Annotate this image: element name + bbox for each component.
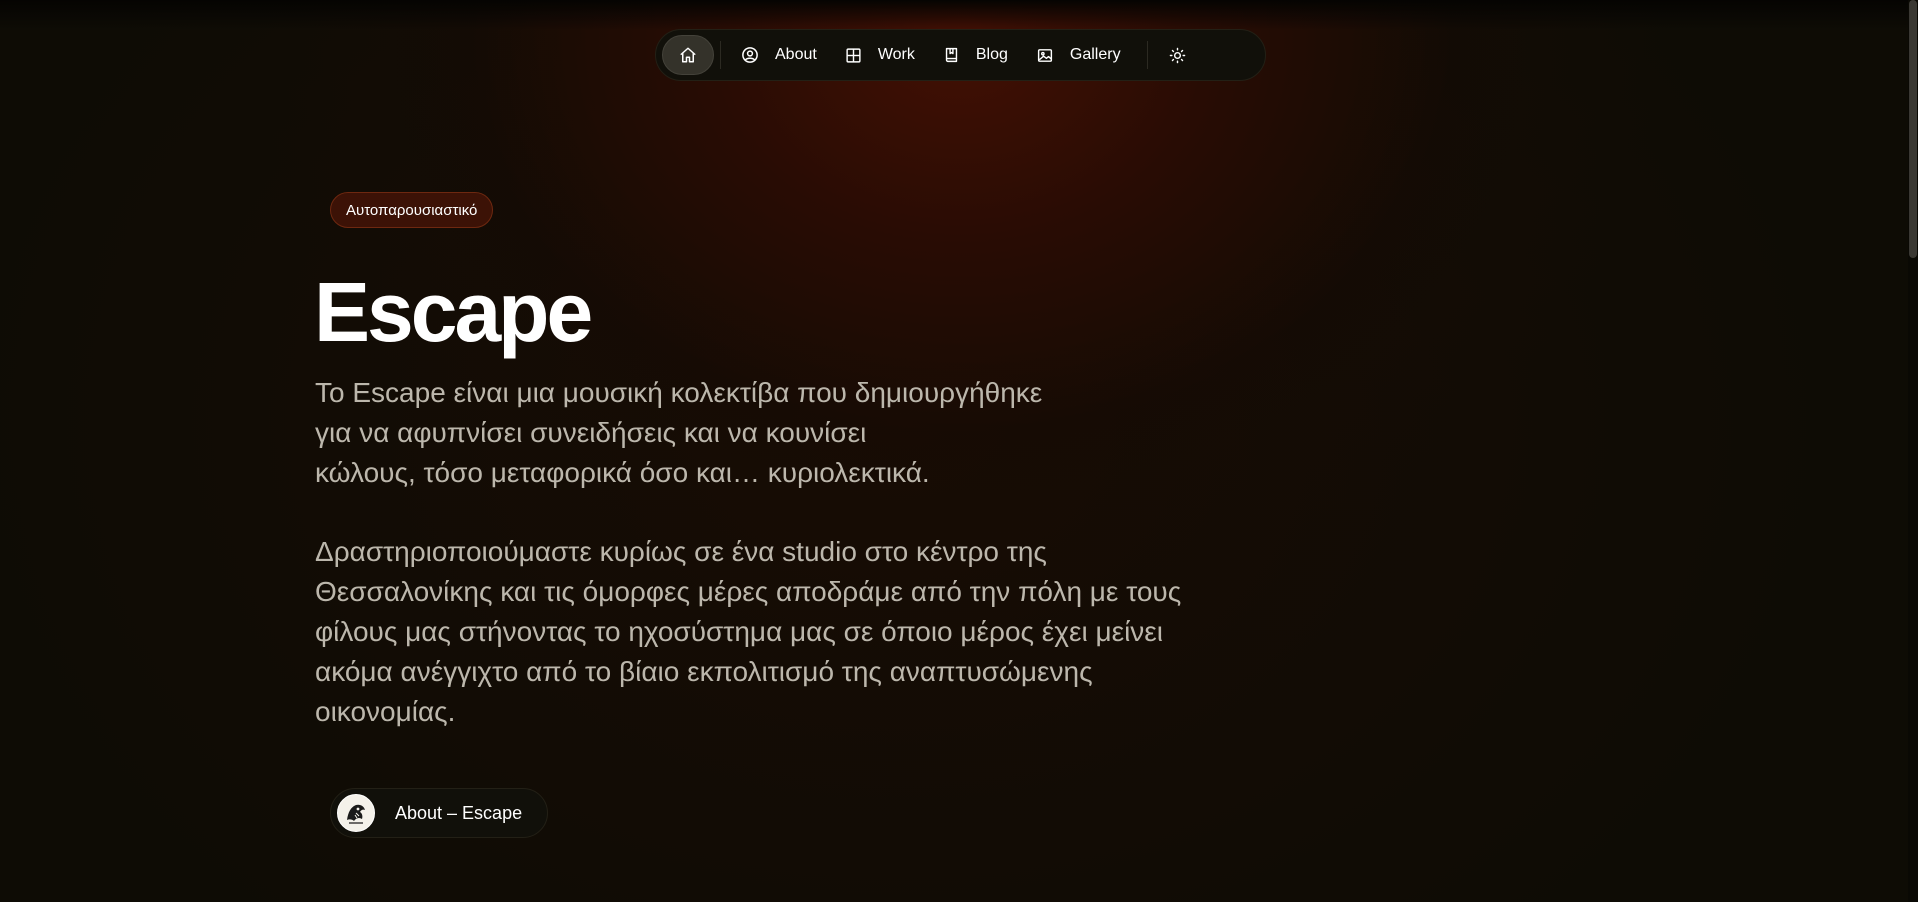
page-title: Escape xyxy=(314,265,593,359)
nav-item-work[interactable]: Work xyxy=(831,35,929,75)
nav-item-label: Blog xyxy=(975,46,1008,63)
nav-home-button[interactable] xyxy=(662,35,714,75)
home-icon xyxy=(680,47,696,63)
logo-icon xyxy=(339,796,373,830)
description-paragraph: Δραστηριοποιούμαστε κυρίως σε ένα studio… xyxy=(315,536,1182,727)
theme-toggle-button[interactable] xyxy=(1154,35,1202,75)
nav-item-label: Work xyxy=(877,46,915,63)
grid-icon xyxy=(846,47,861,63)
sun-icon xyxy=(1169,47,1186,63)
page: About Work Blog Gallery Αυτοπαρουσιαστικ… xyxy=(0,0,1918,902)
top-navigation: About Work Blog Gallery xyxy=(655,29,1266,81)
nav-item-gallery[interactable]: Gallery xyxy=(1022,35,1135,75)
avatar xyxy=(337,794,375,832)
scrollbar-thumb[interactable] xyxy=(1909,0,1917,258)
nav-item-blog[interactable]: Blog xyxy=(929,35,1022,75)
nav-item-label: Gallery xyxy=(1069,46,1121,63)
image-icon xyxy=(1037,48,1052,62)
nav-divider xyxy=(1146,41,1148,69)
nav-divider xyxy=(720,41,721,69)
nav-item-about[interactable]: About xyxy=(727,35,831,75)
person-circle-icon xyxy=(742,47,758,63)
about-link-label: About – Escape xyxy=(395,802,523,823)
section-badge: Αυτοπαρουσιαστικό xyxy=(330,192,494,228)
book-icon xyxy=(945,47,958,63)
about-link-chip[interactable]: About – Escape xyxy=(330,788,549,838)
intro-paragraph: Το Escape είναι μια μουσική κολεκτίβα πο… xyxy=(315,377,1043,488)
nav-item-label: About xyxy=(775,46,817,63)
